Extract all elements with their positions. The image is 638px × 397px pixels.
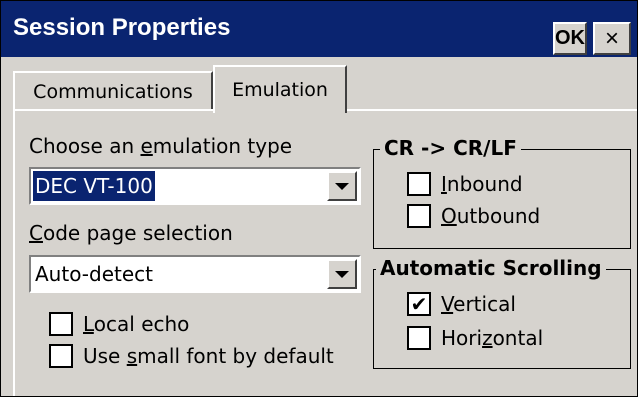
vertical-label: Vertical [441,292,516,316]
window-title: Session Properties [13,14,231,41]
tab-communications[interactable]: Communications [13,71,213,111]
code-page-dropdown-button[interactable] [327,259,357,289]
emulation-type-value: DEC VT-100 [33,171,155,201]
title-bar: Session Properties OK × [1,1,637,57]
small-font-label: Use small font by default [83,344,334,368]
vertical-option[interactable]: ✔ Vertical [407,289,516,319]
chevron-down-icon [335,182,349,190]
chevron-down-icon [335,270,349,278]
close-button[interactable]: × [593,22,631,55]
horizontal-checkbox[interactable] [407,326,431,350]
code-page-label: Code page selection [29,221,233,245]
scrolling-group-title: Automatic Scrolling [376,256,606,280]
small-font-checkbox[interactable] [49,344,73,368]
emulation-type-select[interactable]: DEC VT-100 [29,167,361,205]
local-echo-checkbox[interactable] [49,312,73,336]
crlf-group-title: CR -> CR/LF [380,136,521,160]
code-page-value: Auto-detect [35,262,154,286]
code-page-select[interactable]: Auto-detect [29,255,361,293]
inbound-option[interactable]: Inbound [407,169,523,199]
emulation-type-label: Choose an emulation type [29,134,293,158]
crlf-group: CR -> CR/LF [373,136,631,249]
checkmark-icon: ✔ [410,292,428,316]
session-properties-window: Session Properties OK × Communications E… [0,0,638,397]
outbound-label: Outbound [441,204,541,228]
outbound-option[interactable]: Outbound [407,201,540,231]
local-echo-option[interactable]: Local echo [49,309,189,339]
small-font-option[interactable]: Use small font by default [49,341,334,371]
tab-emulation[interactable]: Emulation [213,65,347,113]
horizontal-label: Horizontal [441,326,544,350]
outbound-checkbox[interactable] [407,204,431,228]
scrolling-group: Automatic Scrolling [373,256,631,369]
ok-button[interactable]: OK [553,22,587,55]
vertical-checkbox[interactable]: ✔ [407,292,431,316]
horizontal-option[interactable]: Horizontal [407,323,543,353]
local-echo-label: Local echo [83,312,190,336]
emulation-type-dropdown-button[interactable] [327,171,357,201]
close-icon: × [604,24,619,52]
inbound-checkbox[interactable] [407,172,431,196]
inbound-label: Inbound [441,172,523,196]
